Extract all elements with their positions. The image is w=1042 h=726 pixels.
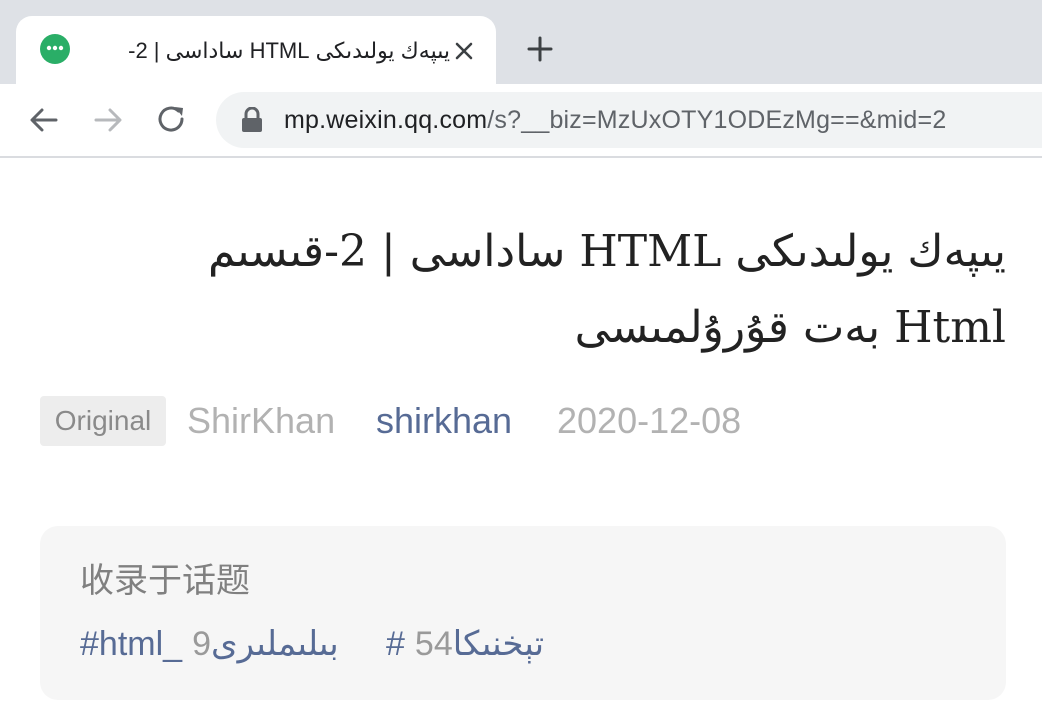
forward-arrow-icon[interactable] [88, 100, 128, 140]
topic-item[interactable]: #html_بىلىملىرى9 [80, 622, 339, 666]
tab-title-fade [90, 32, 130, 70]
url-host: mp.weixin.qq.com [284, 106, 488, 134]
wechat-icon [38, 33, 72, 67]
url-text[interactable]: mp.weixin.qq.com/s?__biz=MzUxOTY1ODEzMg=… [284, 104, 946, 136]
lock-icon[interactable] [240, 106, 264, 133]
back-arrow-icon[interactable] [24, 100, 64, 140]
topic-count: 54 [414, 625, 453, 663]
browser-toolbar: mp.weixin.qq.com/s?__biz=MzUxOTY1ODEzMg=… [0, 84, 1042, 158]
browser-tab[interactable]: يىپەك يولىدىكى HTML ساداسى | 2- [16, 16, 496, 84]
tab-title: يىپەك يولىدىكى HTML ساداسى | 2- [128, 38, 450, 63]
original-badge: Original [40, 396, 166, 446]
topic-item[interactable]: #تېخنىكا54 [386, 622, 544, 666]
close-tab-icon[interactable] [449, 36, 479, 66]
address-bar[interactable]: mp.weixin.qq.com/s?__biz=MzUxOTY1ODEzMg=… [216, 92, 1042, 148]
topic-count: 9 [192, 625, 211, 663]
account-link[interactable]: shirkhan [376, 398, 512, 444]
url-path: /s?__biz=MzUxOTY1ODEzMg==&mid=2 [487, 106, 947, 134]
topics-label: 收录于话题 [80, 562, 250, 600]
new-tab-plus-icon[interactable] [522, 31, 558, 67]
publish-date: 2020-12-08 [557, 400, 742, 441]
article-title: يىپەك يولىدىكى HTML ساداسى | 2-قىسىم Htm… [207, 226, 1006, 353]
author-name: ShirKhan [187, 400, 336, 441]
topic-name[interactable]: #تېخنىكا [386, 625, 544, 663]
reload-icon[interactable] [152, 100, 192, 140]
topics-card: 收录于话题 #html_بىلىملىرى9 #تېخنىكا54 [40, 526, 1006, 700]
tab-strip: يىپەك يولىدىكى HTML ساداسى | 2- [0, 0, 1042, 84]
